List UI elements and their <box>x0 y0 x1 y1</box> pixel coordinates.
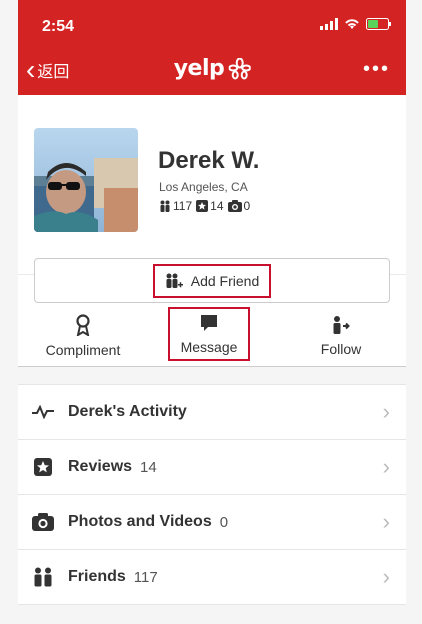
chevron-right-icon: › <box>382 564 390 589</box>
yelp-burst-icon <box>228 57 251 79</box>
add-friend-icon <box>166 273 183 288</box>
activity-icon <box>32 401 54 423</box>
list-item-label: Photos and Videos <box>68 513 212 530</box>
chevron-right-icon: › <box>382 509 390 534</box>
profile-card: Derek W. Los Angeles, CA 117 14 0 Add Fr… <box>18 95 406 367</box>
yelp-logo: yelp <box>174 56 251 81</box>
top-bar: 2:54 ‹ 返回 yelp ••• <box>18 0 406 95</box>
camera-icon <box>227 200 242 212</box>
reviews-stat: 14 <box>196 199 224 213</box>
chevron-right-icon: › <box>382 399 390 424</box>
profile-actions: Compliment Message Follow <box>18 307 406 366</box>
chevron-left-icon: ‹ <box>26 54 36 85</box>
wifi-icon <box>345 19 359 29</box>
ribbon-icon <box>76 314 90 336</box>
avatar[interactable] <box>34 128 138 232</box>
follow-label: Follow <box>320 341 362 357</box>
list-item-friends[interactable]: Friends 117 › <box>18 550 406 605</box>
profile-stats: 117 14 0 <box>159 199 250 213</box>
compliment-label: Compliment <box>45 342 121 358</box>
profile-sections-list: Derek's Activity › Reviews 14 › Photos a… <box>18 384 406 605</box>
follow-button[interactable]: Follow <box>281 307 401 365</box>
list-item-label: Friends <box>68 568 126 585</box>
yelp-wordmark: yelp <box>173 56 225 81</box>
star-icon <box>196 200 209 212</box>
add-friend-highlight: Add Friend <box>152 263 272 298</box>
status-time: 2:54 <box>42 18 75 35</box>
friends-icon <box>160 200 170 212</box>
list-item-reviews[interactable]: Reviews 14 › <box>18 440 406 495</box>
star-icon <box>32 456 54 478</box>
list-item-photos[interactable]: Photos and Videos 0 › <box>18 495 406 550</box>
list-item-label: Derek's Activity <box>68 403 187 420</box>
list-item-activity[interactable]: Derek's Activity › <box>18 385 406 440</box>
more-button[interactable]: ••• <box>363 58 390 81</box>
chevron-right-icon: › <box>382 454 390 479</box>
friends-count: 117 <box>173 199 193 213</box>
status-icons <box>320 18 392 30</box>
compliment-button[interactable]: Compliment <box>23 307 143 365</box>
follow-icon <box>333 316 350 334</box>
add-friend-label: Add Friend <box>190 272 260 289</box>
photos-stat: 0 <box>227 199 251 213</box>
avatar-image <box>34 128 138 232</box>
back-label: 返回 <box>37 64 70 81</box>
back-button[interactable]: ‹ 返回 <box>26 54 70 85</box>
phone-screen: 2:54 ‹ 返回 yelp ••• Derek W. Los Angeles,… <box>18 0 406 624</box>
friends-icon <box>32 566 54 588</box>
list-item-label: Reviews <box>68 458 133 475</box>
list-item-count: 0 <box>219 513 229 531</box>
actions-divider <box>18 366 406 367</box>
speech-bubble-icon <box>201 315 217 331</box>
friends-stat: 117 <box>159 199 192 213</box>
reviews-count: 14 <box>210 199 224 213</box>
list-item-count: 117 <box>133 568 158 586</box>
battery-icon <box>366 18 391 30</box>
message-label: Message <box>180 339 238 355</box>
profile-name: Derek W. <box>158 147 260 174</box>
list-item-count: 14 <box>140 458 157 476</box>
add-friend-button[interactable]: Add Friend <box>34 258 390 303</box>
photos-count: 0 <box>243 199 251 213</box>
signal-icon <box>320 18 338 30</box>
camera-icon <box>32 511 54 533</box>
profile-location: Los Angeles, CA <box>159 180 248 194</box>
message-button[interactable]: Message <box>168 307 250 361</box>
